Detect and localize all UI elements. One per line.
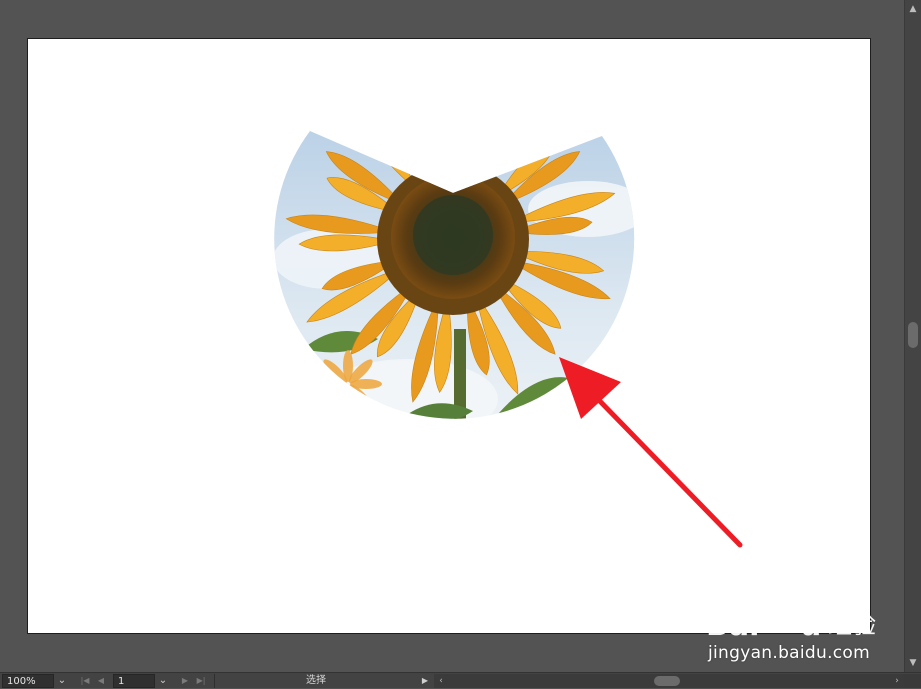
scroll-left-icon[interactable]: ‹ (436, 674, 446, 688)
next-artboard-icon[interactable]: ▶ (178, 674, 192, 688)
artboard-number-input[interactable]: 1 (113, 674, 155, 688)
red-arrow-annotation (559, 357, 743, 548)
svg-text:经验: 经验 (828, 611, 876, 639)
baidu-logo-icon: Bai u 经验 (706, 584, 876, 643)
petal (472, 131, 504, 183)
previous-artboard-icon[interactable]: ◀ (94, 674, 108, 688)
status-divider (214, 674, 215, 688)
baidu-watermark: Bai u 经验 jingyan.baidu.com (700, 584, 885, 670)
vertical-scrollbar[interactable]: ▲ ▼ (904, 0, 921, 672)
horizontal-scrollbar[interactable]: ‹ › (434, 674, 904, 688)
last-artboard-icon[interactable]: ▶| (194, 674, 208, 688)
artboard-dropdown-chevron-icon[interactable]: ⌄ (155, 674, 171, 688)
arrow-shaft (587, 388, 743, 548)
svg-text:u: u (800, 608, 821, 643)
status-bar: 100% ⌄ |◀ ◀ 1 ⌄ ▶ ▶| 选择 ▶ ‹ › (0, 672, 921, 688)
small-petal (323, 384, 348, 409)
scroll-down-icon[interactable]: ▼ (905, 656, 921, 670)
vertical-scroll-thumb[interactable] (908, 322, 918, 348)
petal (444, 131, 462, 181)
watermark-url: jingyan.baidu.com (708, 643, 870, 663)
artboard[interactable] (28, 39, 870, 633)
svg-text:Bai: Bai (706, 608, 759, 643)
scrollbar-corner (904, 674, 921, 688)
stem (454, 329, 466, 419)
artwork-canvas (274, 131, 743, 548)
small-petal (314, 379, 346, 389)
first-artboard-icon[interactable]: |◀ (78, 674, 92, 688)
small-petal (343, 386, 353, 418)
zoom-dropdown-chevron-icon[interactable]: ⌄ (54, 674, 70, 688)
petal (425, 131, 446, 180)
scroll-right-icon[interactable]: › (892, 674, 902, 688)
document-workspace (0, 0, 904, 672)
horizontal-scroll-thumb[interactable] (654, 676, 680, 686)
status-menu-arrow-icon[interactable]: ▶ (418, 674, 432, 688)
sunflower-core (413, 195, 493, 275)
scroll-up-icon[interactable]: ▲ (905, 2, 921, 16)
zoom-level-input[interactable]: 100% (2, 674, 54, 688)
current-tool-status: 选择 (306, 675, 326, 686)
